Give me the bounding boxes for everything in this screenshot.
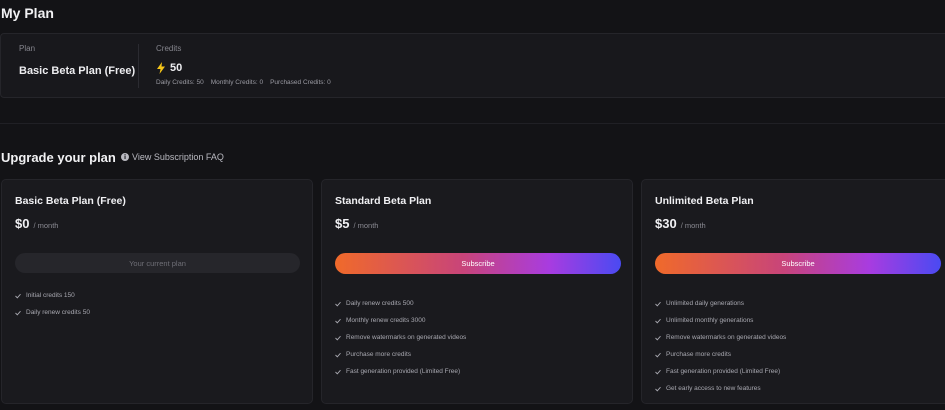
feature-text: Remove watermarks on generated videos xyxy=(346,334,467,341)
check-icon xyxy=(335,301,341,306)
plan-features: Unlimited daily generations Unlimited mo… xyxy=(655,295,786,397)
check-icon xyxy=(655,301,661,306)
check-icon xyxy=(655,369,661,374)
feature-text: Unlimited monthly generations xyxy=(666,317,754,324)
feature-text: Initial credits 150 xyxy=(26,292,75,299)
current-plan-name: Basic Beta Plan (Free) xyxy=(19,65,136,77)
check-icon xyxy=(655,318,661,323)
plan-label: Plan xyxy=(19,44,36,53)
subscribe-button-unlimited[interactable]: Subscribe xyxy=(655,253,941,274)
check-icon xyxy=(15,293,21,298)
feature-item: Purchase more credits xyxy=(335,346,466,363)
plan-price: $30 xyxy=(655,216,677,231)
check-icon xyxy=(335,335,341,340)
current-plan-button: Your current plan xyxy=(15,253,300,273)
faq-link-label: View Subscription FAQ xyxy=(132,152,224,162)
info-icon: i xyxy=(121,153,129,161)
plan-card-unlimited: Unlimited Beta Plan $30 / month Subscrib… xyxy=(641,179,945,404)
credits-label: Credits xyxy=(156,44,182,53)
plan-price-row: $30 / month xyxy=(655,216,706,231)
plan-features: Daily renew credits 500 Monthly renew cr… xyxy=(335,295,466,380)
feature-text: Get early access to new features xyxy=(666,385,761,392)
plan-price-row: $5 / month xyxy=(335,216,378,231)
plan-features: Initial credits 150 Daily renew credits … xyxy=(15,287,90,321)
plan-card-standard: Standard Beta Plan $5 / month Subscribe … xyxy=(321,179,633,404)
feature-text: Remove watermarks on generated videos xyxy=(666,334,787,341)
plan-period: / month xyxy=(353,221,379,230)
subscription-faq-link[interactable]: i View Subscription FAQ xyxy=(121,152,224,162)
feature-item: Remove watermarks on generated videos xyxy=(335,329,466,346)
feature-text: Fast generation provided (Limited Free) xyxy=(666,368,781,375)
feature-text: Daily renew credits 50 xyxy=(26,309,90,316)
check-icon xyxy=(655,335,661,340)
feature-item: Remove watermarks on generated videos xyxy=(655,329,786,346)
plan-column: Plan Basic Beta Plan (Free) xyxy=(19,44,135,77)
credits-column: Credits 50 Daily Credits: 50 Monthly Cre… xyxy=(156,44,331,86)
feature-text: Fast generation provided (Limited Free) xyxy=(346,368,461,375)
feature-item: Unlimited monthly generations xyxy=(655,312,786,329)
check-icon xyxy=(335,352,341,357)
plan-period: / month xyxy=(33,221,59,230)
daily-credits: Daily Credits: 50 xyxy=(156,79,204,86)
feature-item: Daily renew credits 500 xyxy=(335,295,466,312)
check-icon xyxy=(335,369,341,374)
feature-text: Unlimited daily generations xyxy=(666,300,745,307)
feature-item: Monthly renew credits 3000 xyxy=(335,312,466,329)
feature-item: Fast generation provided (Limited Free) xyxy=(335,363,466,380)
plan-price-row: $0 / month xyxy=(15,216,58,231)
section-divider xyxy=(0,123,945,124)
plan-card-basic: Basic Beta Plan (Free) $0 / month Your c… xyxy=(1,179,313,404)
subscription-page: My Plan Plan Basic Beta Plan (Free) Cred… xyxy=(0,0,945,410)
feature-item: Unlimited daily generations xyxy=(655,295,786,312)
check-icon xyxy=(655,386,661,391)
plan-price: $5 xyxy=(335,216,350,231)
check-icon xyxy=(335,318,341,323)
feature-text: Purchase more credits xyxy=(666,351,732,358)
credits-breakdown: Daily Credits: 50 Monthly Credits: 0 Pur… xyxy=(156,79,331,86)
feature-text: Monthly renew credits 3000 xyxy=(346,317,426,324)
lightning-bolt-icon xyxy=(157,62,165,74)
subscribe-button-standard[interactable]: Subscribe xyxy=(335,253,621,274)
plan-card-title: Standard Beta Plan xyxy=(335,195,432,207)
feature-text: Daily renew credits 500 xyxy=(346,300,414,307)
feature-item: Get early access to new features xyxy=(655,380,786,397)
vertical-divider xyxy=(138,44,139,88)
monthly-credits: Monthly Credits: 0 xyxy=(210,79,264,86)
feature-item: Daily renew credits 50 xyxy=(15,304,90,321)
plan-price: $0 xyxy=(15,216,30,231)
my-plan-title: My Plan xyxy=(1,5,54,21)
plan-card-title: Basic Beta Plan (Free) xyxy=(15,195,126,207)
plan-period: / month xyxy=(680,221,706,230)
credits-value: 50 xyxy=(170,62,183,74)
check-icon xyxy=(15,310,21,315)
upgrade-title: Upgrade your plan xyxy=(1,150,116,165)
credits-total: 50 xyxy=(156,62,331,74)
current-plan-summary: Plan Basic Beta Plan (Free) Credits 50 D… xyxy=(0,33,945,98)
plan-card-title: Unlimited Beta Plan xyxy=(655,195,754,207)
feature-item: Purchase more credits xyxy=(655,346,786,363)
check-icon xyxy=(655,352,661,357)
feature-item: Initial credits 150 xyxy=(15,287,90,304)
purchased-credits: Purchased Credits: 0 xyxy=(270,79,331,86)
feature-item: Fast generation provided (Limited Free) xyxy=(655,363,786,380)
feature-text: Purchase more credits xyxy=(346,351,412,358)
